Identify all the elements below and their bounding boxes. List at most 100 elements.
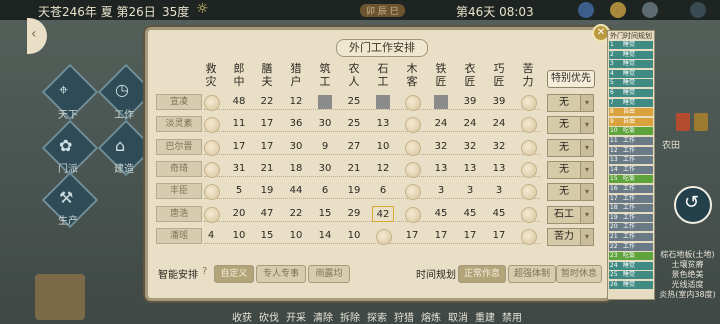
skill-value-cell[interactable]: 22 xyxy=(256,94,278,110)
special-priority-select[interactable]: 无 ▾ xyxy=(547,183,594,202)
skill-value-cell[interactable]: 10 xyxy=(343,228,365,244)
skill-value-cell[interactable]: 10 xyxy=(285,228,307,244)
skill-value-cell[interactable]: 45 xyxy=(488,206,510,222)
job-header[interactable]: 石 工 xyxy=(375,62,391,88)
skill-value-cell[interactable]: 25 xyxy=(343,94,365,110)
disciple-name[interactable]: 奇琦 xyxy=(156,160,202,177)
job-header[interactable]: 木 客 xyxy=(404,62,420,88)
job-header[interactable]: 农 人 xyxy=(346,62,362,88)
skill-value-cell[interactable]: 12 xyxy=(372,161,394,177)
schedule-hour-row[interactable]: 20 工作 xyxy=(609,223,653,232)
schedule-hour-row[interactable]: 6 睡觉 xyxy=(609,89,653,97)
smart-option-even[interactable]: 雨露均 xyxy=(308,265,350,283)
priority-empty-toggle[interactable] xyxy=(204,161,220,178)
skill-value-cell[interactable]: 13 xyxy=(372,116,394,132)
special-priority-select[interactable]: 无 ▾ xyxy=(547,116,594,135)
special-priority-select[interactable]: 无 ▾ xyxy=(547,94,594,112)
skill-value-cell[interactable]: 24 xyxy=(488,116,510,132)
skill-value-cell[interactable]: 17 xyxy=(256,139,278,155)
schedule-hour-row[interactable]: 21 工作 xyxy=(609,233,653,241)
job-header[interactable]: 筑 工 xyxy=(317,62,333,88)
priority-blocked-cell[interactable] xyxy=(318,95,332,109)
skill-value-cell[interactable]: 17 xyxy=(256,116,278,132)
skill-value-cell[interactable]: 21 xyxy=(343,161,365,177)
skill-value-cell[interactable]: 24 xyxy=(430,116,452,132)
skill-value-cell[interactable]: 14 xyxy=(314,228,336,244)
schedule-hour-row[interactable]: 11 工作 xyxy=(609,137,653,145)
skill-value-cell[interactable]: 17 xyxy=(430,228,452,244)
time-option-intense[interactable]: 超强体制 xyxy=(508,265,556,283)
skill-value-cell[interactable]: 25 xyxy=(343,116,365,132)
skill-value-cell[interactable]: 19 xyxy=(343,183,365,199)
schedule-hour-row[interactable]: 19 工作 xyxy=(609,213,653,222)
action-button[interactable]: 砍伐 xyxy=(259,309,279,324)
skill-value-cell[interactable]: 42 xyxy=(372,205,394,222)
skill-value-cell[interactable]: 44 xyxy=(285,183,307,199)
skill-value-cell[interactable]: 45 xyxy=(430,206,452,222)
priority-empty-toggle[interactable] xyxy=(521,95,537,111)
skill-value-cell[interactable]: 10 xyxy=(372,139,394,155)
skill-value-cell[interactable]: 17 xyxy=(488,228,510,244)
help-icon[interactable]: ? xyxy=(202,266,207,277)
priority-empty-toggle[interactable] xyxy=(204,139,220,156)
skill-value-cell[interactable]: 47 xyxy=(256,206,278,222)
skill-value-cell[interactable]: 45 xyxy=(459,206,481,222)
job-header[interactable]: 铁 匠 xyxy=(433,62,449,88)
notice-icon[interactable] xyxy=(694,113,708,131)
skill-value-cell[interactable]: 3 xyxy=(430,183,452,199)
menu-icon[interactable] xyxy=(690,2,706,18)
skill-value-cell[interactable]: 13 xyxy=(430,161,452,177)
skill-value-cell[interactable]: 9 xyxy=(314,139,336,155)
skill-value-cell[interactable]: 48 xyxy=(228,94,250,110)
schedule-hour-row[interactable]: 12 工作 xyxy=(609,146,653,155)
time-option-rest[interactable]: 暂时休息 xyxy=(556,265,602,283)
skill-value-cell[interactable]: 32 xyxy=(488,139,510,155)
skill-value-cell[interactable]: 5 xyxy=(228,183,250,199)
back-button[interactable]: ↺ xyxy=(674,186,712,224)
job-header[interactable]: 膳 夫 xyxy=(259,62,275,88)
skill-value-cell[interactable]: 36 xyxy=(285,116,307,132)
action-button[interactable]: 拆除 xyxy=(340,309,360,324)
priority-empty-toggle[interactable] xyxy=(376,228,392,245)
skill-value-cell[interactable]: 12 xyxy=(285,94,307,110)
priority-empty-toggle[interactable] xyxy=(405,95,421,111)
priority-empty-toggle[interactable] xyxy=(521,228,537,245)
priority-empty-toggle[interactable] xyxy=(204,206,220,223)
job-header[interactable]: 苦 力 xyxy=(520,62,536,88)
time-option-normal[interactable]: 正常作息 xyxy=(458,265,506,283)
action-button[interactable]: 重建 xyxy=(475,309,495,324)
schedule-hour-row[interactable]: 2 睡觉 xyxy=(609,50,653,59)
schedule-hour-row[interactable]: 14 工作 xyxy=(609,165,653,174)
schedule-hour-row[interactable]: 5 睡觉 xyxy=(609,79,653,88)
disciple-name[interactable]: 淡灵素 xyxy=(156,116,202,133)
special-priority-select[interactable]: 无 ▾ xyxy=(547,160,594,179)
skill-value-cell[interactable]: 22 xyxy=(285,206,307,222)
skill-value-cell[interactable]: 15 xyxy=(314,206,336,222)
skill-value-cell[interactable]: 15 xyxy=(256,228,278,244)
job-header[interactable]: 郎 中 xyxy=(231,62,247,88)
skill-value-cell[interactable]: 11 xyxy=(228,116,250,132)
schedule-hour-row[interactable]: 1 睡觉 xyxy=(609,41,653,49)
skill-value-cell[interactable]: 19 xyxy=(256,183,278,199)
schedule-hour-row[interactable]: 7 睡觉 xyxy=(609,98,653,107)
settings-gear-icon[interactable] xyxy=(642,2,658,18)
job-header[interactable]: 巧 匠 xyxy=(491,62,507,88)
special-priority-select[interactable]: 无 ▾ xyxy=(547,138,594,157)
skill-value-cell[interactable]: 30 xyxy=(314,116,336,132)
skill-value-cell[interactable]: 30 xyxy=(314,161,336,177)
action-button[interactable]: 狩猎 xyxy=(394,309,414,324)
skill-value-cell[interactable]: 6 xyxy=(314,183,336,199)
schedule-hour-row[interactable]: 16 工作 xyxy=(609,185,653,193)
action-button[interactable]: 禁用 xyxy=(502,309,522,324)
schedule-hour-row[interactable]: 25 睡觉 xyxy=(609,271,653,280)
smart-option-specialist[interactable]: 专人专事 xyxy=(256,265,306,283)
schedule-hour-row[interactable]: 10 吃饭 xyxy=(609,127,653,136)
disciple-name[interactable]: 巴尔晋 xyxy=(156,138,202,155)
schedule-hour-row[interactable]: 17 工作 xyxy=(609,194,653,203)
priority-empty-toggle[interactable] xyxy=(405,161,421,178)
schedule-hour-row[interactable]: 24 睡觉 xyxy=(609,261,653,270)
smart-option-custom[interactable]: 自定义 xyxy=(214,265,254,283)
skill-value-cell[interactable]: 3 xyxy=(488,183,510,199)
special-priority-select[interactable]: 苦力 ▾ xyxy=(547,227,594,246)
disciple-name[interactable]: 宣凌 xyxy=(156,94,202,110)
